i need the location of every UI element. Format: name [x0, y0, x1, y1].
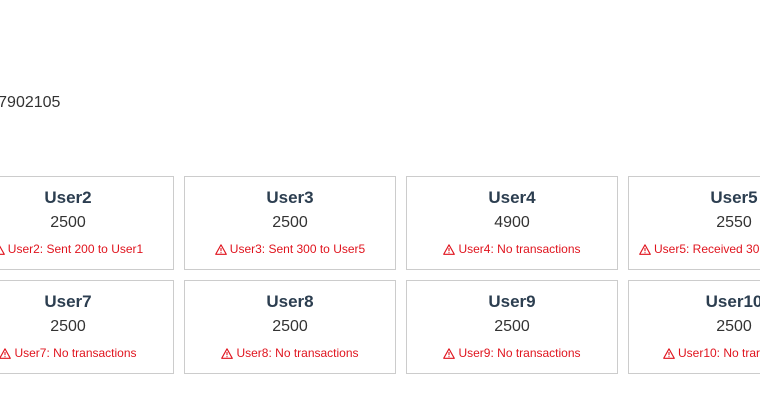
user-status: User9: No transactions	[407, 345, 617, 361]
user-card-user5: User5 2550 User5: Received 30	[628, 176, 760, 270]
user-status-text: User9: No transactions	[458, 346, 581, 360]
page-title: ulation	[0, 26, 1, 68]
warning-icon	[663, 348, 675, 359]
user-balance: 2500	[272, 318, 308, 335]
user-card-user2: User2 2500 User2: Sent 200 to User1	[0, 176, 174, 270]
user-balance: 4900	[494, 214, 530, 231]
user-card-user3: User3 2500 User3: Sent 300 to User5	[184, 176, 396, 270]
user-status-text: User2: Sent 200 to User1	[7, 242, 144, 256]
user-name: User4	[488, 188, 536, 207]
user-status-text: User10: No trar	[678, 346, 760, 360]
user-status-text: User8: No transactions	[236, 346, 359, 360]
user-name: User3	[266, 188, 314, 207]
warning-icon	[221, 348, 234, 359]
user-status: User8: No transactions	[185, 345, 395, 361]
user-status: User10: No trar	[663, 345, 760, 361]
warning-icon	[443, 244, 456, 255]
user-balance: 2500	[716, 318, 752, 335]
user-balance: 2500	[50, 318, 86, 335]
user-name: User10	[705, 292, 760, 311]
warning-icon	[639, 244, 651, 255]
user-status: User7: No transactions	[0, 345, 173, 361]
user-card-user8: User8 2500 User8: No transactions	[184, 280, 396, 374]
user-card-user9: User9 2500 User9: No transactions	[406, 280, 618, 374]
warning-icon	[214, 244, 227, 255]
user-card-user7: User7 2500 User7: No transactions	[0, 280, 174, 374]
user-status-text: User5: Received 30	[654, 242, 760, 256]
user-name: User9	[488, 292, 536, 311]
user-balance: 2500	[494, 318, 530, 335]
user-balance: 2550	[716, 214, 752, 231]
user-status: User5: Received 30	[639, 241, 759, 257]
warning-icon	[443, 348, 456, 359]
user-status: User4: No transactions	[407, 241, 617, 257]
user-card-user4: User4 4900 User4: No transactions	[406, 176, 618, 270]
user-balance: 2500	[50, 214, 86, 231]
warning-icon	[0, 245, 5, 255]
app-viewport: ulation bfE65cC73828e9c89b9c07902105 Use…	[0, 0, 760, 400]
user-status: User3: Sent 300 to User5	[185, 241, 395, 257]
contract-address: bfE65cC73828e9c89b9c07902105	[0, 94, 61, 111]
user-name: User8	[266, 292, 314, 311]
user-name: User7	[44, 292, 92, 311]
user-balance: 2500	[272, 214, 308, 231]
user-status-text: User3: Sent 300 to User5	[229, 242, 366, 256]
user-status-text: User7: No transactions	[14, 346, 137, 360]
user-status: User2: Sent 200 to User1	[0, 241, 173, 257]
user-card-user10: User10 2500 User10: No trar	[628, 280, 760, 374]
user-name: User5	[710, 188, 758, 207]
user-name: User2	[44, 188, 92, 207]
user-status-text: User4: No transactions	[458, 242, 581, 256]
warning-icon	[0, 348, 12, 359]
